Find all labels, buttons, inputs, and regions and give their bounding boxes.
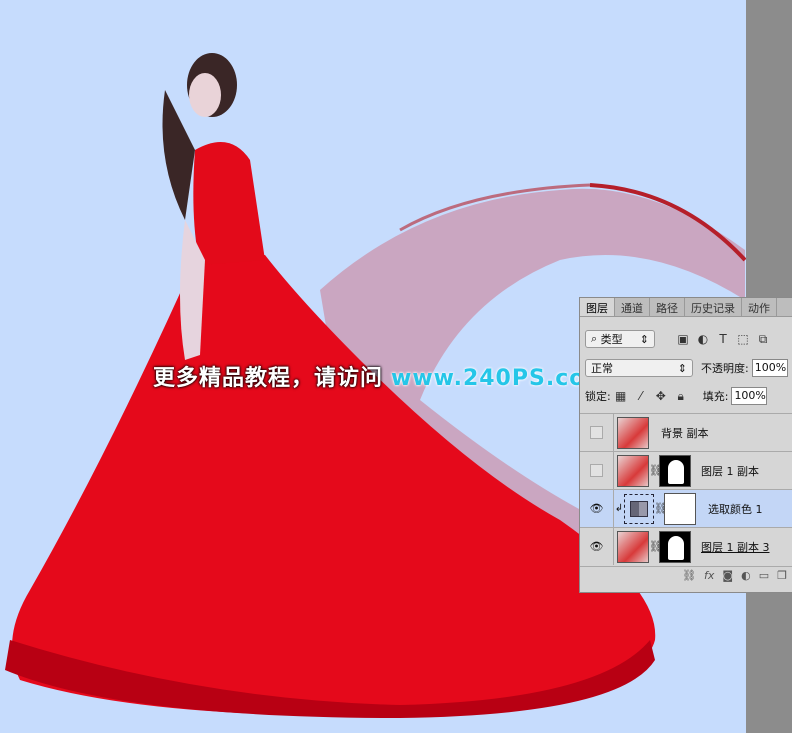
hidden-checkbox bbox=[590, 426, 603, 439]
layer-thumbnail bbox=[617, 454, 649, 487]
selective-color-adjustment-icon bbox=[624, 493, 654, 524]
visibility-toggle[interactable] bbox=[580, 414, 614, 451]
fill-label: 填充: bbox=[702, 390, 729, 403]
layer-name: 背景 副本 bbox=[661, 426, 709, 440]
link-chain-icon: ⛓ bbox=[649, 464, 663, 477]
visibility-toggle[interactable] bbox=[580, 452, 614, 489]
type-filter-icon[interactable]: T bbox=[717, 333, 729, 345]
filter-type-label: 类型 bbox=[600, 333, 623, 346]
tab-layers[interactable]: 图层 bbox=[580, 298, 615, 316]
layer-thumbnail bbox=[617, 530, 649, 563]
lock-transparent-icon[interactable]: ▦ bbox=[615, 390, 627, 402]
layer-name: 图层 1 副本 3 bbox=[701, 540, 770, 554]
new-layer-icon[interactable]: ❐ bbox=[777, 569, 787, 582]
add-mask-icon[interactable]: ◙ bbox=[722, 569, 733, 582]
layer-row[interactable]: 👁︎ ⛓ 图层 1 副本 3 bbox=[580, 527, 792, 565]
layer-name: 选取颜色 1 bbox=[708, 502, 763, 516]
watermark: 更多精品教程，请访问 www.240PS.com bbox=[153, 360, 609, 392]
blend-mode-value: 正常 bbox=[591, 362, 613, 375]
link-chain-icon: ⛓ bbox=[654, 502, 668, 515]
visibility-toggle[interactable]: 👁︎ bbox=[580, 528, 614, 565]
opacity-label: 不透明度: bbox=[701, 362, 749, 375]
panel-footer: ⛓ fx ◙ ◐ ▭ ❐ bbox=[580, 566, 792, 584]
fx-icon[interactable]: fx bbox=[704, 569, 714, 582]
panel-tabs: 图层 通道 路径 历史记录 动作 bbox=[580, 298, 792, 317]
clipping-arrow-icon: ↲ bbox=[614, 503, 624, 514]
layer-row[interactable]: ⛓ 图层 1 副本 bbox=[580, 451, 792, 489]
link-chain-icon: ⛓ bbox=[649, 540, 663, 553]
layer-name: 图层 1 副本 bbox=[701, 464, 759, 478]
link-layers-icon[interactable]: ⛓ bbox=[682, 569, 696, 582]
lock-all-icon[interactable]: 🔒︎ bbox=[675, 390, 687, 402]
watermark-text: 更多精品教程，请访问 bbox=[153, 366, 384, 391]
layer-row[interactable]: 背景 副本 bbox=[580, 413, 792, 451]
shape-filter-icon[interactable]: ⬚ bbox=[737, 333, 749, 345]
adjustment-layer-icon[interactable]: ◐ bbox=[741, 569, 751, 582]
layer-thumbnail bbox=[617, 416, 649, 449]
tab-channels[interactable]: 通道 bbox=[615, 298, 650, 316]
blend-mode-select[interactable]: 正常 ⇕ bbox=[585, 359, 693, 377]
eye-icon: 👁︎ bbox=[589, 540, 604, 553]
new-group-folder-icon[interactable]: ▭ bbox=[759, 569, 769, 582]
tab-actions[interactable]: 动作 bbox=[742, 298, 777, 316]
tab-history[interactable]: 历史记录 bbox=[685, 298, 742, 316]
watermark-url: www.240PS.com bbox=[391, 366, 610, 391]
lock-pixels-brush-icon[interactable]: ⁄ bbox=[635, 390, 647, 402]
fill-input[interactable]: 100% bbox=[731, 387, 768, 405]
adjustment-filter-icon[interactable]: ◐ bbox=[697, 333, 709, 345]
pixel-filter-icon[interactable]: ▣ bbox=[677, 333, 689, 345]
smart-object-filter-icon[interactable]: ⧉ bbox=[757, 333, 769, 345]
layer-mask-thumbnail[interactable] bbox=[664, 492, 696, 525]
lock-position-move-icon[interactable]: ✥ bbox=[655, 390, 667, 402]
chevron-updown-icon: ⇕ bbox=[639, 332, 649, 346]
layer-row-selected[interactable]: 👁︎ ↲ ⛓ 选取颜色 1 bbox=[580, 489, 792, 527]
visibility-toggle[interactable]: 👁︎ bbox=[580, 490, 614, 527]
tab-paths[interactable]: 路径 bbox=[650, 298, 685, 316]
chevron-updown-icon: ⇕ bbox=[677, 361, 687, 375]
lock-label: 锁定: bbox=[585, 390, 611, 403]
filter-type-select[interactable]: ⌕ 类型 ⇕ bbox=[585, 330, 655, 348]
hidden-checkbox bbox=[590, 464, 603, 477]
opacity-input[interactable]: 100% bbox=[751, 359, 788, 377]
search-icon: ⌕ bbox=[591, 332, 598, 345]
eye-icon: 👁︎ bbox=[589, 502, 604, 515]
layer-mask-thumbnail[interactable] bbox=[659, 530, 691, 563]
layers-panel: 图层 通道 路径 历史记录 动作 ⌕ 类型 ⇕ ▣ ◐ T ⬚ ⧉ 正常 ⇕ 不透明… bbox=[579, 297, 792, 593]
layer-mask-thumbnail[interactable] bbox=[659, 454, 691, 487]
